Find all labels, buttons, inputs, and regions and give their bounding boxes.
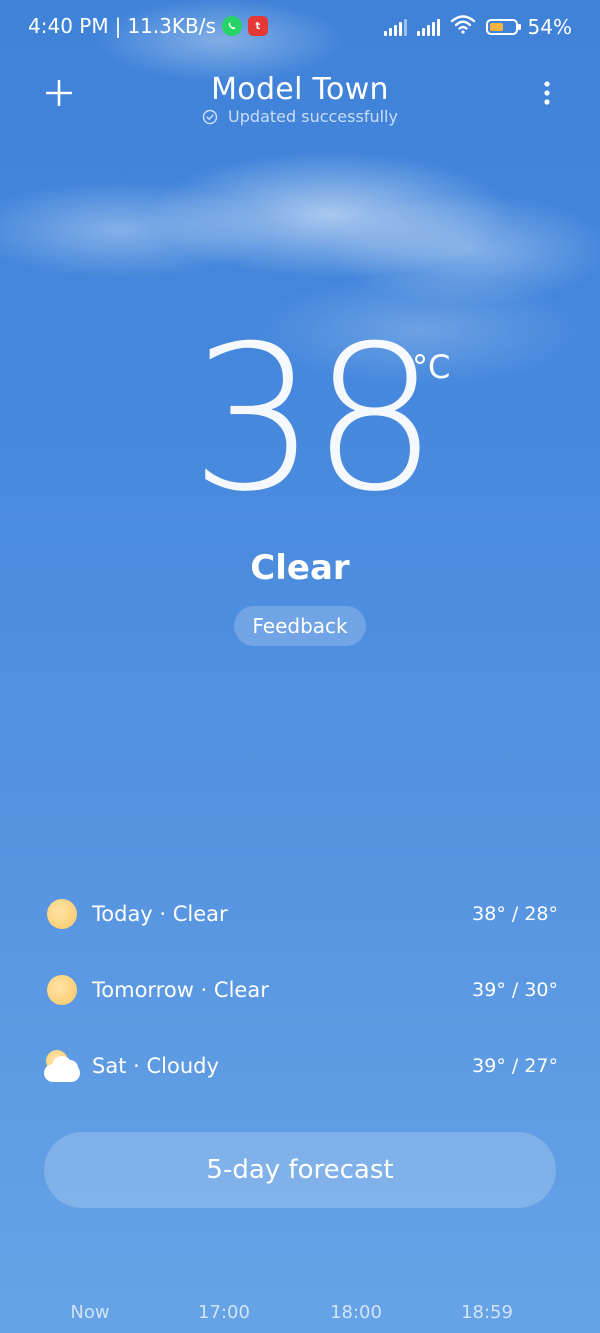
- forecast-dot: ·: [193, 978, 214, 1002]
- feedback-button[interactable]: Feedback: [234, 606, 366, 646]
- forecast-condition: Clear: [213, 978, 269, 1002]
- status-right: 54%: [383, 14, 572, 39]
- five-day-forecast-button[interactable]: 5-day forecast: [44, 1132, 556, 1208]
- network-speed: 11.3KB/s: [127, 14, 216, 38]
- forecast-label: Today · Clear: [92, 902, 472, 926]
- more-options-button[interactable]: [532, 72, 562, 114]
- hourly-label: 17:00: [198, 1302, 250, 1323]
- location-header: Model Town Updated successfully: [0, 72, 600, 126]
- sun-icon: [44, 972, 80, 1008]
- battery-icon: [485, 18, 521, 35]
- hourly-label: 18:59: [461, 1302, 513, 1323]
- whatsapp-icon: [221, 16, 242, 36]
- battery-percent: 54%: [527, 14, 572, 39]
- status-left: 4:40 PM | 11.3KB/s t: [28, 14, 268, 38]
- signal-icon: [383, 18, 407, 36]
- status-bar: 4:40 PM | 11.3KB/s t 54%: [0, 0, 600, 56]
- update-status: Updated successfully: [0, 107, 600, 126]
- status-time: 4:40 PM: [28, 14, 109, 38]
- battery-fill: [489, 22, 503, 31]
- check-circle-icon: [202, 109, 218, 124]
- temperature-unit: °C: [412, 348, 451, 386]
- status-separator: |: [114, 14, 122, 38]
- forecast-dot: ·: [126, 1054, 147, 1078]
- hourly-label: 18:00: [330, 1302, 382, 1323]
- forecast-condition: Cloudy: [146, 1054, 219, 1078]
- signal-icon: [416, 18, 440, 36]
- forecast-day: Sat: [92, 1054, 127, 1078]
- wifi-icon: [450, 14, 476, 39]
- current-temperature: 38: [190, 303, 438, 536]
- hourly-timeline: Now 17:00 18:00 18:59: [0, 1302, 600, 1332]
- forecast-label: Tomorrow · Clear: [92, 978, 472, 1002]
- forecast-dot: ·: [152, 902, 173, 926]
- more-vertical-icon: [544, 81, 550, 105]
- forecast-row-today[interactable]: Today · Clear 38° / 28°: [44, 894, 558, 934]
- forecast-temps: 39° / 30°: [472, 979, 558, 1001]
- hourly-label: Now: [70, 1302, 110, 1323]
- forecast-day: Today: [92, 902, 153, 926]
- forecast-row-sat[interactable]: Sat · Cloudy 39° / 27°: [44, 1046, 558, 1086]
- forecast-condition: Clear: [172, 902, 228, 926]
- forecast-day: Tomorrow: [92, 978, 194, 1002]
- forecast-temps: 39° / 27°: [472, 1055, 558, 1077]
- current-condition: Clear: [250, 548, 350, 588]
- notification-app-icon: t: [247, 16, 268, 36]
- cloudy-icon: [44, 1048, 80, 1084]
- location-name: Model Town: [211, 72, 389, 107]
- update-status-text: Updated successfully: [228, 107, 398, 126]
- sun-icon: [44, 896, 80, 932]
- forecast-row-tomorrow[interactable]: Tomorrow · Clear 39° / 30°: [44, 970, 558, 1010]
- forecast-temps: 38° / 28°: [472, 903, 558, 925]
- forecast-label: Sat · Cloudy: [92, 1054, 472, 1078]
